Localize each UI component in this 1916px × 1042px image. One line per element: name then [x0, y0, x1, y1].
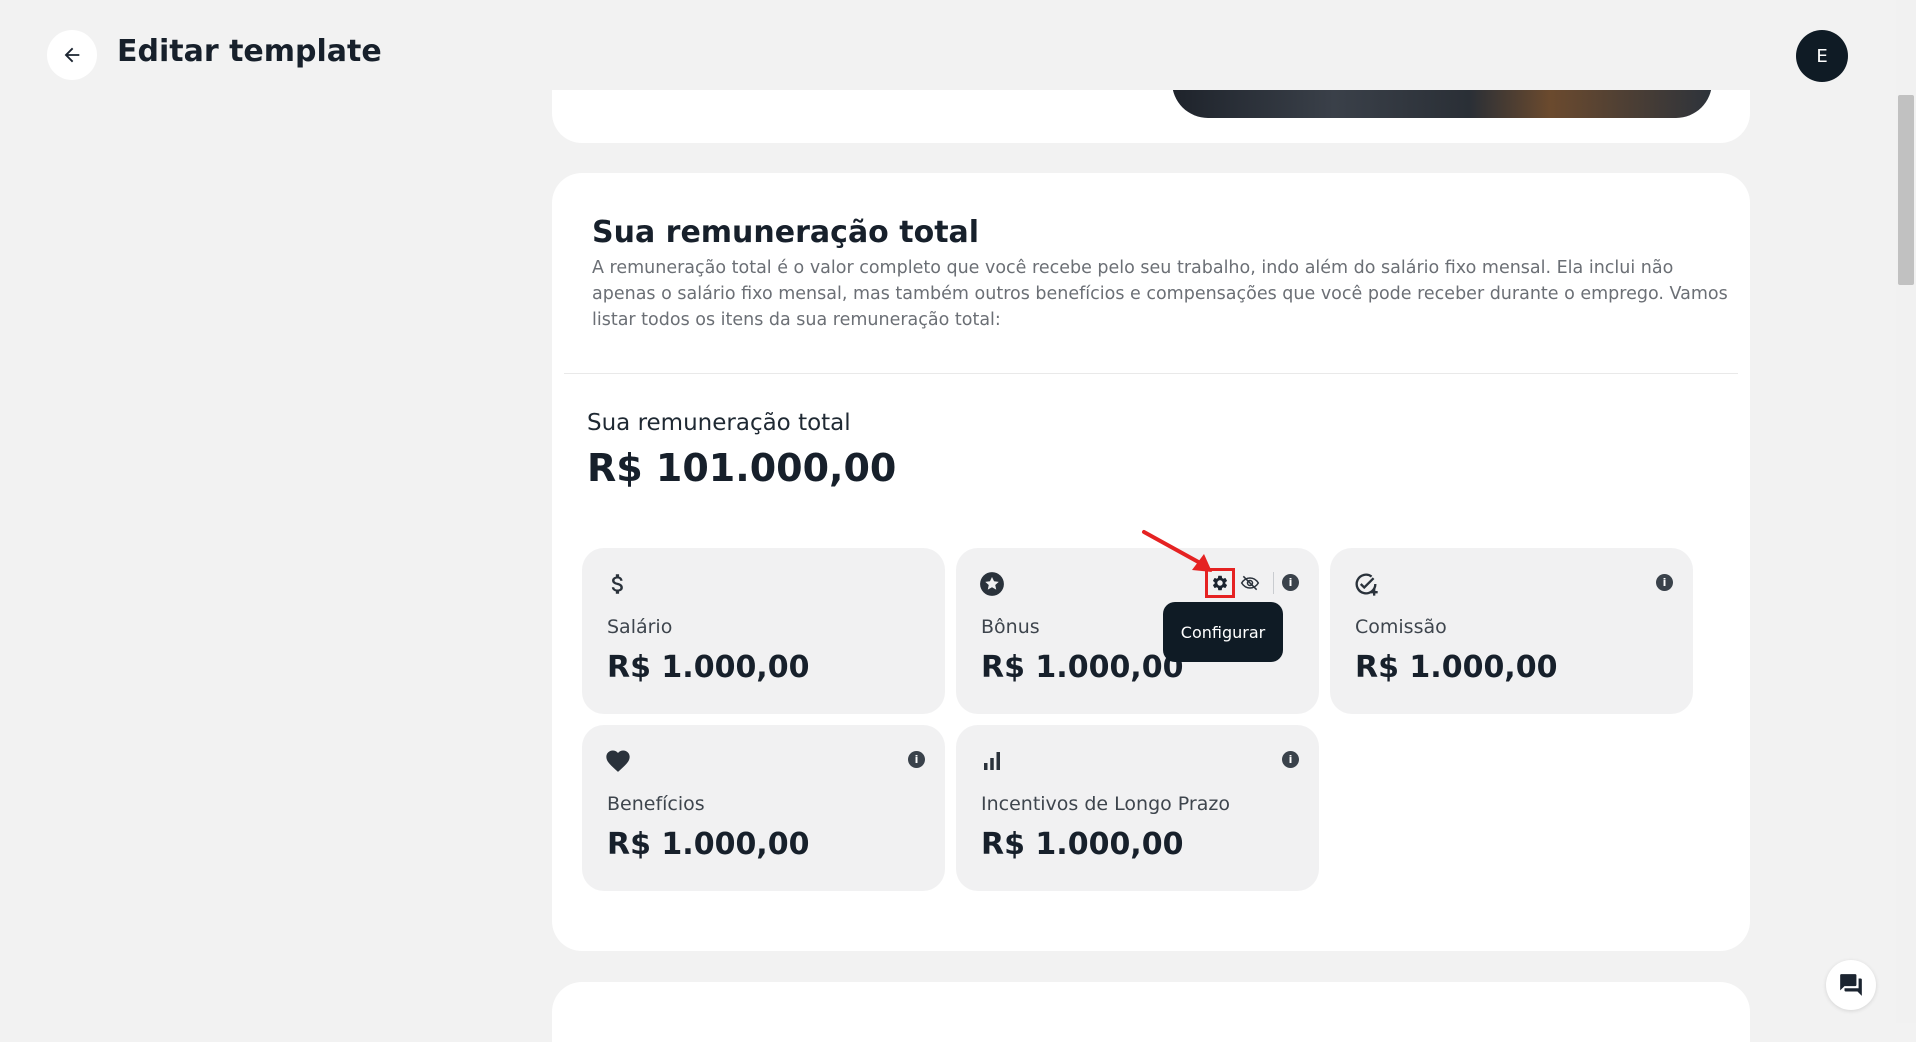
item-value: R$ 1.000,00	[607, 827, 810, 862]
info-icon[interactable]: i	[1282, 751, 1299, 768]
info-icon[interactable]: i	[908, 751, 925, 768]
item-value: R$ 1.000,00	[607, 650, 810, 685]
dollar-icon	[604, 570, 632, 598]
info-icon[interactable]: i	[1656, 574, 1673, 591]
check-plus-icon	[1352, 570, 1380, 598]
item-name: Comissão	[1355, 616, 1447, 638]
chat-button[interactable]	[1826, 960, 1876, 1010]
total-value: R$ 101.000,00	[587, 446, 897, 490]
bar-chart-icon	[978, 747, 1006, 775]
item-value: R$ 1.000,00	[981, 827, 1184, 862]
avatar[interactable]: E	[1796, 30, 1848, 82]
scrollbar[interactable]	[1896, 0, 1916, 1023]
next-section-card	[552, 982, 1750, 1042]
annotation-arrow	[1142, 530, 1212, 572]
item-name: Bônus	[981, 616, 1040, 638]
section-image	[1172, 90, 1712, 118]
item-name: Incentivos de Longo Prazo	[981, 793, 1230, 815]
page-title: Editar template	[117, 34, 382, 69]
star-icon	[978, 570, 1006, 598]
item-name: Salário	[607, 616, 673, 638]
compensation-item-comissao[interactable]: Comissão R$ 1.000,00 i	[1330, 548, 1693, 714]
divider	[564, 373, 1738, 374]
toolbar-separator	[1273, 572, 1274, 594]
configure-tooltip: Configurar	[1163, 602, 1283, 662]
previous-section-card	[552, 90, 1750, 143]
heart-icon	[604, 747, 632, 775]
section-title: Sua remuneração total	[592, 215, 980, 250]
chat-icon	[1840, 974, 1862, 996]
info-icon[interactable]: i	[1282, 574, 1299, 591]
scrollbar-thumb[interactable]	[1898, 95, 1914, 285]
item-value: R$ 1.000,00	[1355, 650, 1558, 685]
back-button[interactable]	[47, 30, 97, 80]
compensation-item-incentivos[interactable]: Incentivos de Longo Prazo R$ 1.000,00 i	[956, 725, 1319, 891]
eye-off-icon[interactable]	[1239, 572, 1261, 594]
item-name: Benefícios	[607, 793, 705, 815]
arrow-left-icon	[64, 47, 80, 63]
total-label: Sua remuneração total	[587, 410, 851, 436]
compensation-item-salario[interactable]: Salário R$ 1.000,00	[582, 548, 945, 714]
compensation-item-beneficios[interactable]: Benefícios R$ 1.000,00 i	[582, 725, 945, 891]
item-value: R$ 1.000,00	[981, 650, 1184, 685]
section-description: A remuneração total é o valor completo q…	[592, 258, 1728, 330]
